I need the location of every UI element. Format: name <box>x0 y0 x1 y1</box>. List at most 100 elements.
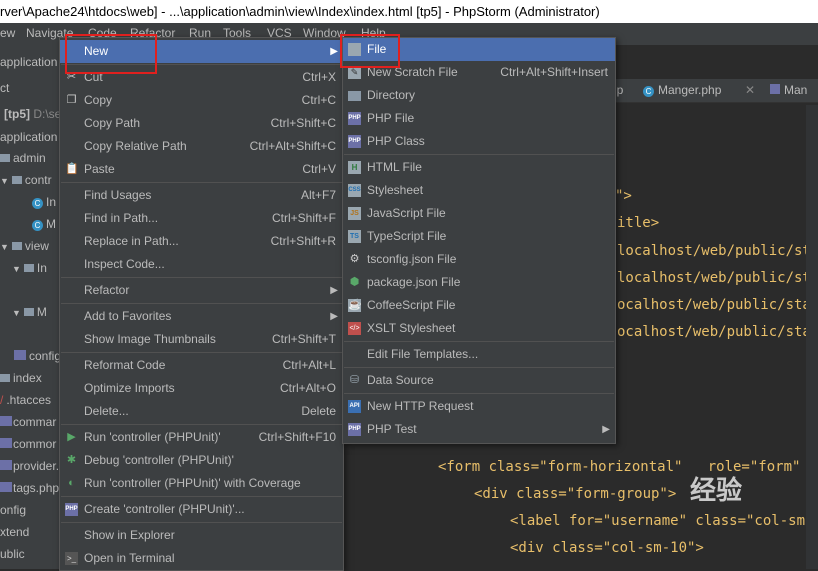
menu-item-inspect-code[interactable]: Inspect Code... <box>60 253 343 276</box>
menu-item-label: Refactor <box>84 283 130 297</box>
menu-view[interactable]: ew <box>0 26 15 40</box>
menu-item-label: PHP Test <box>367 422 417 436</box>
folder-icon <box>11 176 22 184</box>
menu-item-paste[interactable]: 📋 Paste Ctrl+V <box>60 158 343 181</box>
menu-item-find-in-path[interactable]: Find in Path... Ctrl+Shift+F <box>60 207 343 230</box>
submenu-item-typescript-file[interactable]: TS TypeScript File <box>343 225 615 248</box>
menu-item-label: Open in Terminal <box>84 551 175 565</box>
php-file-icon <box>0 460 12 470</box>
paste-icon: 📋 <box>65 163 79 175</box>
menu-item-label: Debug 'controller (PHPUnit)' <box>84 453 234 467</box>
menu-item-shortcut: Ctrl+Shift+C <box>270 116 336 130</box>
menu-item-show-image-thumbnails[interactable]: Show Image Thumbnails Ctrl+Shift+T <box>60 328 343 351</box>
menu-item-debug-controller[interactable]: ✱ Debug 'controller (PHPUnit)' <box>60 449 343 472</box>
tree-item-view-manger[interactable]: ▼ M <box>12 305 47 319</box>
code-line: ocalhost/web/public/sta <box>617 324 811 340</box>
submenu-item-stylesheet[interactable]: CSS Stylesheet <box>343 179 615 202</box>
menu-item-copy[interactable]: ❐ Copy Ctrl+C <box>60 89 343 112</box>
tree-item-tags[interactable]: tags.php <box>0 481 59 495</box>
run-icon: ▶ <box>67 431 76 443</box>
menu-item-copy-relative-path[interactable]: Copy Relative Path Ctrl+Alt+Shift+C <box>60 135 343 158</box>
tree-item-view-index[interactable]: ▼ In <box>12 261 47 275</box>
tree-item-manger-controller[interactable]: CM <box>32 217 56 231</box>
tree-item-common[interactable]: commor <box>0 437 56 451</box>
menu-item-open-in-terminal[interactable]: >_ Open in Terminal <box>60 547 343 570</box>
tree-item-index[interactable]: index <box>0 371 42 385</box>
menu-item-run-controller[interactable]: ▶ Run 'controller (PHPUnit)' Ctrl+Shift+… <box>60 426 343 449</box>
menu-item-shortcut: Ctrl+Alt+L <box>282 358 336 372</box>
tree-item-htaccess[interactable]: / .htacces <box>0 393 51 407</box>
expand-arrow-icon: ▼ <box>12 264 21 274</box>
tab-close-icon[interactable]: ✕ <box>745 79 755 101</box>
tree-item-admin[interactable]: admin <box>0 151 46 165</box>
submenu-item-coffeescript-file[interactable]: ☕ CoffeeScript File <box>343 294 615 317</box>
php-class-icon: PHP <box>348 135 361 148</box>
expand-arrow-icon: ▼ <box>12 308 21 318</box>
tree-item-view[interactable]: ▼ view <box>0 239 49 253</box>
menu-item-label: package.json File <box>367 275 461 289</box>
code-line: itle> <box>617 215 660 231</box>
highlight-box-file <box>340 34 400 68</box>
folder-icon <box>0 374 10 382</box>
code-line: ocalhost/web/public/sta <box>617 297 811 313</box>
menu-item-label: Show Image Thumbnails <box>84 332 216 346</box>
menu-separator <box>344 393 614 394</box>
menu-item-copy-path[interactable]: Copy Path Ctrl+Shift+C <box>60 112 343 135</box>
menu-item-label: Copy Path <box>84 116 141 130</box>
watermark-logo: 经验 <box>690 476 743 506</box>
editor-tab-man[interactable]: Man <box>770 79 807 101</box>
menu-item-label: New HTTP Request <box>367 399 474 413</box>
menu-item-reformat-code[interactable]: Reformat Code Ctrl+Alt+L <box>60 354 343 377</box>
submenu-item-package-json-file[interactable]: ⬢ package.json File <box>343 271 615 294</box>
menu-item-run-with-coverage[interactable]: ◐ Run 'controller (PHPUnit)' with Covera… <box>60 472 343 495</box>
project-breadcrumb[interactable]: application <box>0 55 57 69</box>
tree-item-project-root[interactable]: [tp5] D:\se <box>4 107 61 121</box>
menu-separator <box>61 496 342 497</box>
tree-item-provider[interactable]: provider. <box>0 459 59 473</box>
php-class-icon: C <box>32 220 43 231</box>
debug-icon: ✱ <box>66 454 77 466</box>
htaccess-icon: / <box>0 393 4 407</box>
submenu-item-new-http-request[interactable]: API New HTTP Request <box>343 395 615 418</box>
tree-item-public[interactable]: ublic <box>0 547 25 561</box>
submenu-item-javascript-file[interactable]: JS JavaScript File <box>343 202 615 225</box>
php-class-icon: C <box>32 198 43 209</box>
menu-item-optimize-imports[interactable]: Optimize Imports Ctrl+Alt+O <box>60 377 343 400</box>
tree-item-index-controller[interactable]: C In <box>32 195 56 209</box>
menu-item-create-controller[interactable]: PHP Create 'controller (PHPUnit)'... <box>60 498 343 521</box>
menu-item-add-to-favorites[interactable]: Add to Favorites ▶ <box>60 305 343 328</box>
submenu-item-xslt-stylesheet[interactable]: </> XSLT Stylesheet <box>343 317 615 340</box>
menu-item-shortcut: Ctrl+V <box>302 162 336 176</box>
tree-item-controller[interactable]: ▼ contr <box>0 173 52 187</box>
editor-tab-manger[interactable]: C Manger.php <box>643 79 721 101</box>
submenu-item-php-test[interactable]: PHP PHP Test ▶ <box>343 418 615 441</box>
tree-item-extend[interactable]: xtend <box>0 525 29 539</box>
submenu-item-php-class[interactable]: PHP PHP Class <box>343 130 615 153</box>
menu-item-label: Stylesheet <box>367 183 424 197</box>
menu-item-shortcut: Ctrl+Alt+Shift+C <box>249 139 336 153</box>
tree-item-command[interactable]: commar <box>0 415 56 429</box>
menu-item-delete[interactable]: Delete... Delete <box>60 400 343 423</box>
menu-item-shortcut: Ctrl+Shift+T <box>271 332 336 346</box>
submenu-item-edit-file-templates[interactable]: Edit File Templates... <box>343 343 615 366</box>
submenu-item-php-file[interactable]: PHP PHP File <box>343 107 615 130</box>
menu-item-refactor[interactable]: Refactor ▶ <box>60 279 343 302</box>
menu-item-shortcut: Ctrl+Shift+R <box>270 234 336 248</box>
menu-item-show-in-explorer[interactable]: Show in Explorer <box>60 524 343 547</box>
submenu-item-html-file[interactable]: H HTML File <box>343 156 615 179</box>
php-file-icon <box>0 438 12 448</box>
submenu-item-data-source[interactable]: ⛁ Data Source <box>343 369 615 392</box>
menu-item-shortcut: Ctrl+X <box>302 70 336 84</box>
tree-item-application[interactable]: application <box>0 130 57 144</box>
menu-item-replace-in-path[interactable]: Replace in Path... Ctrl+Shift+R <box>60 230 343 253</box>
submenu-item-directory[interactable]: Directory <box>343 84 615 107</box>
project-view-dropdown[interactable]: ct <box>0 81 9 95</box>
menu-item-label: TypeScript File <box>367 229 447 243</box>
tree-item-config[interactable]: config <box>14 349 61 363</box>
menu-item-shortcut: Ctrl+Alt+O <box>279 381 336 395</box>
submenu-item-tsconfig-file[interactable]: ⚙ tsconfig.json File <box>343 248 615 271</box>
menu-item-label: XSLT Stylesheet <box>367 321 456 335</box>
expand-arrow-icon: ▼ <box>0 242 9 252</box>
menu-item-find-usages[interactable]: Find Usages Alt+F7 <box>60 184 343 207</box>
tree-item-config-root[interactable]: onfig <box>0 503 26 517</box>
